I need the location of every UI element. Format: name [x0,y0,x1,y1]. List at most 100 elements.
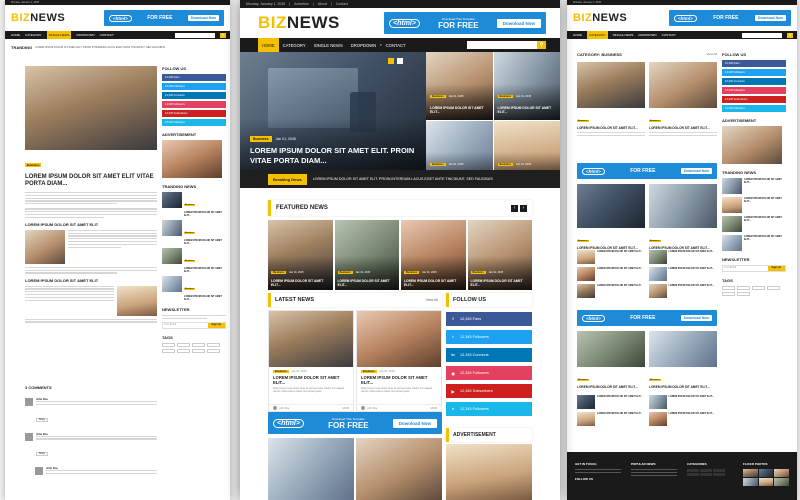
follow-list: f 12,345 Fans t 12,345 Followers in 12,345 … [446,312,532,420]
left-article-title: LOREM IPSUM DOLOR SIT AMET ELIT VITAE PO… [25,174,154,187]
chevron-right-icon[interactable]: › [520,204,527,212]
nav-single-news[interactable]: SINGLE NEWS [310,43,347,48]
avatar [25,398,33,406]
social-instagram[interactable]: ◉ 12,345 Followers [446,366,532,380]
left-nav-home[interactable]: HOME [11,33,20,37]
right-logo[interactable]: BIZNEWS [573,12,627,24]
nav-category[interactable]: CATEGORY [279,43,310,48]
avatar [25,432,33,441]
search-icon[interactable]: ⚲ [537,41,546,49]
topbar-link-advertise[interactable]: Advertise [294,2,309,6]
left-follow-title: FOLLOW US [162,66,186,71]
left-article-image [25,66,157,150]
social-twitter[interactable]: t 12,345 Followers [446,330,532,344]
right-category-grid-3: Business LOREM IPSUM DOLOR SIT AMET ELIT.… [577,331,717,389]
right-header: BIZNEWS <html> FOR FREE Download Now [567,5,797,31]
views-count: 12345 [342,406,349,410]
left-trending-text[interactable]: LOREM IPSUM DOLOR SIT AMET ELIT. PROIN I… [35,46,165,49]
latest-card-image[interactable] [268,438,354,500]
featured-title: FEATURED NEWS [276,205,328,211]
ad-download-button[interactable]: Download Now [496,18,541,28]
right-inline-ad-2[interactable]: <html> FOR FREE Download Now [577,310,717,326]
hero-badge[interactable]: Business [250,136,272,142]
left-page-preview: Monday, January 1, 2045 BIZNEWS <html> F… [5,0,230,500]
left-social-linkedin[interactable]: 12,345 Connects [162,92,226,99]
left-advert-image[interactable] [162,140,222,178]
right-list: LOREM IPSUM DOLOR SIT AMET ELIT... LOREM… [577,250,717,298]
social-youtube[interactable]: ▶ 12,345 Subscribers [446,384,532,398]
latest-view-all-link[interactable]: View All [425,298,438,302]
vimeo-icon: v [451,407,455,411]
search-input[interactable]: Keyword [467,41,537,49]
side-news-card[interactable]: BusinessJan 01, 2045 LOREM IPSUM DOLOR S… [493,52,560,120]
left-ad-banner[interactable]: <html> FOR FREE Download Now [104,10,224,26]
search-icon[interactable]: ⚲ [220,32,226,38]
latest-card-image[interactable] [356,438,442,500]
hero-title[interactable]: LOREM IPSUM DOLOR SIT AMET ELIT. PROIN V… [250,146,418,165]
center-page-preview: Monday, January 1, 2045 | Advertise | Ab… [240,0,560,500]
nav-dropdown[interactable]: DROPDOWN [347,43,380,48]
left-nav-single[interactable]: SINGLE NEWS [46,31,72,39]
reply-button[interactable]: Reply [36,452,48,457]
left-social-youtube[interactable]: 12,345 Subscribers [162,110,226,117]
linkedin-icon: in [451,353,455,357]
left-social-instagram[interactable]: 12,345 Followers [162,101,226,108]
social-facebook[interactable]: f 12,345 Fans [446,312,532,326]
featured-card[interactable]: Business Jan 01, 2045 LOREM IPSUM DOLOR S… [268,220,333,290]
left-nav-dropdown[interactable]: DROPDOWN [76,33,94,37]
content-ad-banner[interactable]: <html> Download This Template FOR FREE D… [268,412,442,434]
left-newsletter-button[interactable]: Sign Up [207,322,225,328]
search-icon[interactable]: ⚲ [787,32,793,38]
social-vimeo[interactable]: v 12,345 Followers [446,402,532,416]
left-comments: 3 COMMENTS John Doe Reply John Doe Reply J… [25,385,157,476]
slider-dots [388,58,403,64]
advertisement-title: ADVERTISEMENT [453,432,496,438]
left-newsletter-input[interactable]: Your Email [163,323,208,328]
left-search-input[interactable]: Keyword [175,32,215,38]
left-nav-category[interactable]: CATEGORY [25,33,42,37]
latest-card-image [269,311,353,367]
featured-carousel: Business Jan 01, 2045 LOREM IPSUM DOLOR S… [268,220,532,290]
topbar-link-contact[interactable]: Contact [336,2,348,6]
left-article-badge[interactable]: Business [25,163,42,167]
avatar [361,406,365,410]
right-inline-ad[interactable]: <html> FOR FREE Download Now [577,163,717,179]
site-logo[interactable]: BIZNEWS [258,13,340,33]
slider-prev-button[interactable] [388,58,394,64]
left-social-vimeo[interactable]: 12,345 Followers [162,119,226,126]
left-social-facebook[interactable]: 12,345 Fans [162,74,226,81]
topbar-link-about[interactable]: About [318,2,327,6]
right-sidebar: FOLLOW US 12,345 Fans 12,345 Followers 1… [722,52,786,296]
chevron-left-icon[interactable]: ‹ [511,204,518,212]
instagram-icon: ◉ [451,371,455,376]
left-social-twitter[interactable]: 12,345 Followers [162,83,226,90]
right-list-2: LOREM IPSUM DOLOR SIT AMET ELIT... LOREM… [577,395,717,426]
topbar: Monday, January 1, 2045 | Advertise | Ab… [240,0,560,8]
slider-next-button[interactable] [397,58,403,64]
featured-card[interactable]: Business Jan 01, 2045 LOREM IPSUM DOLOR S… [467,220,532,290]
social-linkedin[interactable]: in 12,345 Connects [446,348,532,362]
header-ad-banner[interactable]: <html> Download This Template FOR FREE D… [384,12,546,34]
left-article-body: Business LOREM IPSUM DOLOR SIT AMET ELIT… [25,153,157,324]
left-logo[interactable]: BIZNEWS [11,12,65,24]
ad-free-text: FOR FREE [438,20,479,30]
reply-button[interactable]: Reply [36,417,48,422]
breaking-news-text[interactable]: LOREM IPSUM DOLOR SIT AMET ELIT. PROIN I… [313,177,543,181]
hero-date: Jan 01, 2045 [275,137,296,141]
nav-home[interactable]: HOME [258,38,279,52]
latest-card[interactable]: Business Jan 01, 2045 LOREM IPSUM DOLOR S… [268,310,354,412]
side-news-grid: Business Jan 01, 2045 LOREM IPSUM DOLOR S… [426,52,560,188]
latest-header: LATEST NEWS View All [268,293,442,307]
right-ad-banner[interactable]: <html> FOR FREE Download Now [669,10,791,26]
left-article-subhead-2: LOREM IPSUM DOLOR SIT AMET ELIT [25,277,99,283]
left-comments-title: 3 COMMENTS [25,385,52,390]
hero-slide[interactable]: Business Jan 01, 2045 LOREM IPSUM DOLOR … [240,52,426,188]
featured-card[interactable]: Business Jan 01, 2045 LOREM IPSUM DOLOR S… [401,220,466,290]
side-news-card[interactable]: BusinessJan 01, 2045 LOREM IPSUM DOLOR S… [426,52,493,120]
featured-card[interactable]: Business Jan 01, 2045 LOREM IPSUM DOLOR S… [334,220,399,290]
breaking-news-label: Breaking News [268,173,307,185]
left-nav-contact[interactable]: CONTACT [100,33,114,37]
latest-card[interactable]: Business Jan 01, 2045 LOREM IPSUM DOLOR S… [356,310,442,412]
nav-contact[interactable]: CONTACT [382,43,410,48]
advertisement-image[interactable] [446,444,532,500]
